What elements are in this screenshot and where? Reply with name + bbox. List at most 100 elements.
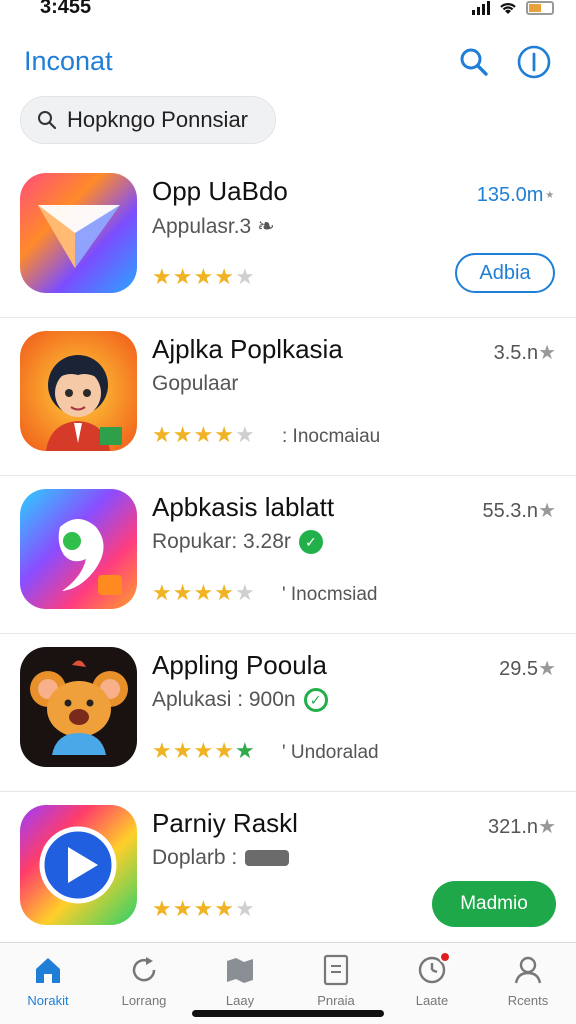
star-rating: ★★★★★ [152,422,256,448]
map-icon [223,953,257,987]
tab-clock[interactable]: Laate [384,943,480,1024]
list-item[interactable]: Parniy Raskl Doplarb : ★★★★★ 321.n★ Madm… [0,792,576,950]
app-size: 3.5.n★ [494,340,556,365]
star-icon: ★ [234,738,256,763]
app-size-text: 321.n [488,816,539,838]
star-icon: ★ [152,422,173,447]
info-icon [517,45,551,79]
app-size: 55.3.n★ [482,498,556,523]
app-size: 321.n★ [488,814,556,839]
app-icon-character [20,331,137,451]
search-input[interactable]: Hopkngo Ponnsiar [20,96,276,144]
clock-icon [415,951,451,987]
install-button[interactable]: Madmio [432,881,556,927]
notification-badge [439,951,451,963]
search-button[interactable] [456,44,492,80]
list-item[interactable]: Opp UaBdo Appulasr.3 ❧ ★★★★★ 135.0m⋆ Adb… [0,160,576,318]
star-icon: ★ [172,422,194,447]
star-icon: ★ [193,422,215,447]
app-subtitle-text: Appulasr.3 ❧ [152,215,275,238]
app-size-text: 29.5 [499,658,539,680]
app-subtitle: Appulasr.3 ❧ [152,214,275,239]
get-button[interactable]: Adbia [455,253,555,293]
app-name: Apbkasis lablatt [152,492,335,522]
tab-label: Rcents [507,993,549,1008]
star-icon: ⋆ [543,184,556,206]
tab-refresh[interactable]: Lorrang [96,943,192,1024]
star-icon: ★ [193,896,215,921]
refresh-icon [127,953,161,987]
profile-icon [511,953,545,987]
app-icon-triangle [20,173,137,293]
star-icon: ★ [152,264,173,289]
star-icon: ★ [214,896,235,921]
app-name: Opp UaBdo [152,176,288,206]
app-subtitle: Ropukar: 3.28r ✓ [152,530,323,554]
app-size: 135.0m⋆ [477,182,556,207]
app-subtitle: Doplarb : [152,846,290,870]
app-name: Parniy Raskl [152,808,298,838]
star-icon: ★ [538,816,556,838]
size-bar-icon [245,850,290,866]
star-icon: ★ [193,264,215,289]
star-icon: ★ [172,896,194,921]
home-indicator[interactable] [192,1010,384,1017]
app-subtitle-text: Aplukasi : 900n [152,688,296,711]
star-icon: ★ [538,500,556,522]
tab-label: Laay [225,993,255,1008]
status-icons [472,0,554,16]
app-icon-mouse [20,647,137,767]
star-icon: ★ [538,658,556,680]
star-icon: ★ [214,580,235,605]
app-subtitle-text: Ropukar: 3.28r [152,530,291,553]
tab-home[interactable]: Norakit [0,943,96,1024]
star-icon: ★ [152,896,173,921]
battery-icon [526,1,554,15]
tab-profile[interactable]: Rcents [480,943,576,1024]
tab-label: Pnraia [317,993,355,1008]
document-icon [319,953,353,987]
app-size-text: 135.0m [476,184,544,206]
install-status: : Inocmaiau [282,426,381,447]
star-icon: ★ [193,738,215,763]
signal-icon [472,1,490,15]
app-icon-swirl [20,489,137,609]
star-icon: ★ [172,580,194,605]
star-icon: ★ [152,738,173,763]
app-icon-play [20,805,137,925]
list-item[interactable]: Ajplka Poplkasia Gopulaar ★★★★★ : Inocma… [0,318,576,476]
app-name: Appling Pooula [152,650,327,680]
search-query: Hopkngo Ponnsiar [67,107,249,132]
home-icon [31,953,65,987]
tab-label: Laate [415,993,449,1008]
star-icon: ★ [234,896,256,921]
info-button[interactable] [516,44,552,80]
star-rating: ★★★★★ [152,264,256,290]
search-icon [460,48,488,76]
list-item[interactable]: Appling Pooula Aplukasi : 900n ✓ ★★★★★ '… [0,634,576,792]
star-icon: ★ [234,580,256,605]
app-subtitle-text: Gopulaar [152,372,239,395]
tab-label: Norakit [27,993,69,1008]
app-subtitle-text: Doplarb : [152,846,238,869]
list-item[interactable]: Apbkasis lablatt Ropukar: 3.28r ✓ ★★★★★ … [0,476,576,634]
star-rating: ★★★★★ [152,580,256,606]
install-status: ' Inocmsiad [282,584,378,605]
status-time: 3:455 [40,0,92,18]
star-icon: ★ [214,264,235,289]
app-subtitle: Gopulaar [152,372,238,396]
verified-check-icon: ✓ [298,530,323,554]
status-bar: 3:455 [0,0,576,22]
install-status: ' Undoralad [282,742,379,763]
app-name: Ajplka Poplkasia [152,334,343,364]
verified-check-icon: ✓ [303,688,328,712]
star-icon: ★ [234,422,256,447]
app-header: Inconat [0,38,576,88]
app-list: Opp UaBdo Appulasr.3 ❧ ★★★★★ 135.0m⋆ Adb… [0,160,576,950]
search-icon [38,111,57,130]
star-rating: ★★★★★ [152,896,256,922]
app-size-text: 3.5.n [493,342,539,364]
star-icon: ★ [172,264,194,289]
star-icon: ★ [152,580,173,605]
wifi-icon [500,3,516,14]
